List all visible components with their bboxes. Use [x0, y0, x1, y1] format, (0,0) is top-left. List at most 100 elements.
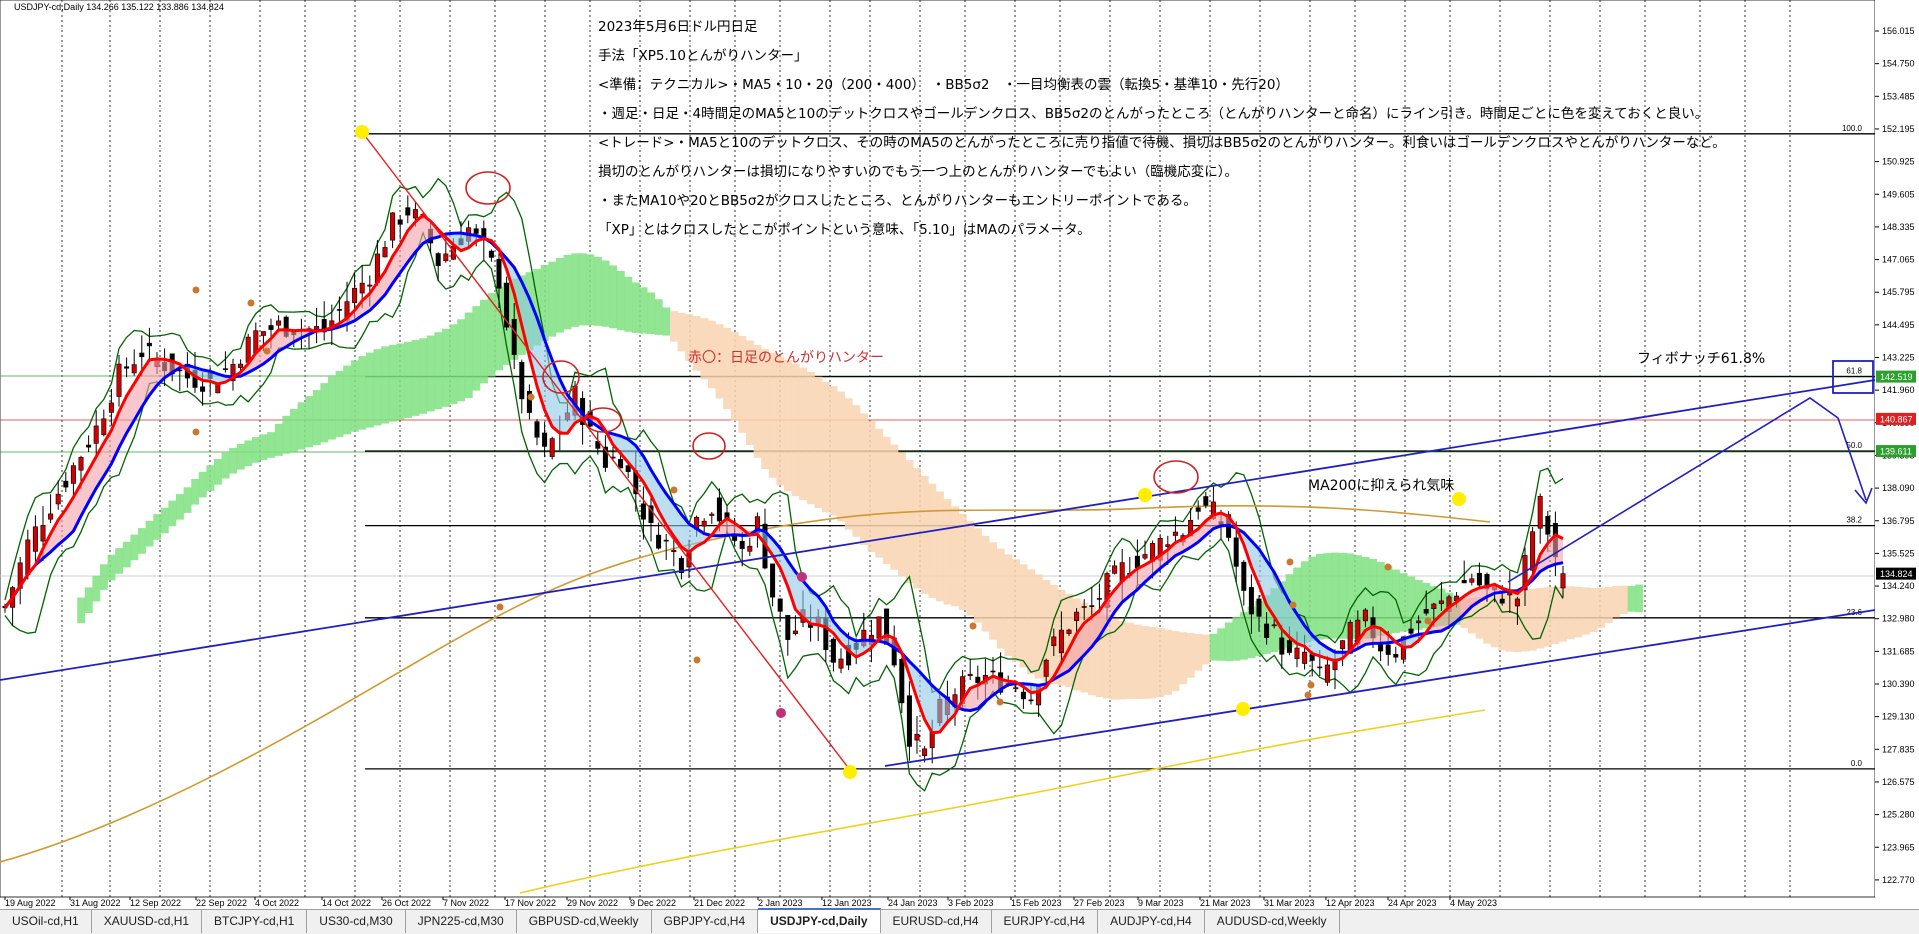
cloud-segment [366, 352, 374, 428]
candle-body [359, 282, 365, 294]
cloud-segment [951, 506, 960, 607]
note-line-7: ・またMA10や20とBB5σ2がクロスしたところ、とんがりハンターもエントリー… [598, 193, 1197, 209]
candle-body [1264, 623, 1270, 639]
yellow-marker [355, 125, 369, 139]
cloud-segment [1316, 554, 1324, 640]
cloud-segment [860, 413, 868, 546]
y-tick-label: 131.685 [1882, 646, 1915, 656]
fib-level-label: 61.8 [1846, 367, 1862, 376]
candle-body [747, 545, 753, 552]
cloud-segment [1133, 624, 1142, 699]
symbol-tab[interactable]: XAUUSD-cd,H1 [92, 910, 203, 933]
fractal-dot [670, 486, 678, 494]
fib-level-label: 100.0 [1842, 124, 1863, 133]
note-line-4: ・週足・日足・4時間足のMA5と10のデットクロスやゴールデンクロス、BB5σ2… [598, 105, 1708, 122]
cloud-segment [1635, 584, 1644, 613]
x-tick-label: 12 Sep 2022 [130, 898, 181, 908]
price-tag: 134.824 [1880, 569, 1913, 579]
candle-body [443, 253, 449, 261]
symbol-tab[interactable]: USOil-cd,H1 [0, 910, 92, 933]
x-tick-label: 24 Apr 2023 [1388, 898, 1437, 908]
cloud-segment [594, 256, 602, 326]
cloud-segment [305, 396, 314, 448]
candle-body [1286, 640, 1292, 653]
cloud-segment [1384, 565, 1393, 635]
symbol-tab[interactable]: AUDJPY-cd,H4 [1098, 910, 1205, 933]
strategy-notes: 2023年5月6日ドル円日足 手法「XP5.10とんがりハンター」 <準備：テク… [598, 19, 1726, 238]
candle-body [139, 352, 145, 358]
note-line-8: 「XP」とはクロスしたとこがポイントという意味、「5.10」はMAのパラメータ。 [598, 221, 1091, 238]
cloud-segment [958, 513, 967, 610]
cloud-segment [936, 491, 944, 602]
cloud-segment [1232, 617, 1241, 661]
candle-body [1081, 606, 1087, 608]
cloud-segment [1126, 622, 1134, 699]
cloud-segment [1376, 561, 1385, 636]
candle-body [276, 320, 282, 326]
candle-body [1514, 598, 1520, 607]
symbol-tab[interactable]: AUDUSD-cd,Weekly [1205, 910, 1340, 933]
cloud-segment [282, 415, 291, 454]
candle-body [1112, 565, 1118, 574]
cloud-segment [761, 349, 770, 469]
cloud-segment [1338, 552, 1347, 639]
cloud-segment [829, 386, 838, 516]
cloud-segment [996, 548, 1005, 649]
symbol-tab[interactable]: JPN225-cd,M30 [406, 910, 517, 933]
symbol-tab[interactable]: EURUSD-cd,H4 [881, 910, 992, 933]
cloud-segment [624, 276, 633, 332]
candle-body [93, 425, 99, 444]
candle-body [739, 540, 745, 549]
symbol-tab[interactable]: US30-cd,M30 [307, 910, 406, 933]
candle-body [1203, 496, 1209, 506]
cloud-segment [1490, 594, 1499, 648]
pink-marker [797, 572, 807, 582]
candle-body [32, 526, 38, 552]
cloud-segment [609, 265, 618, 329]
candle-body [1074, 611, 1080, 621]
note-line-2: 手法「XP5.10とんがりハンター」 [598, 48, 807, 64]
symbol-tab[interactable]: GBPUSD-cd,Weekly [517, 910, 652, 933]
x-tick-label: 12 Jan 2023 [822, 898, 872, 908]
y-tick-label: 145.795 [1882, 287, 1915, 297]
candle-body [618, 459, 624, 469]
x-tick-label: 27 Feb 2023 [1074, 898, 1125, 908]
price-chart[interactable]: 100.061.850.038.223.60.0 156.015154.7501… [0, 0, 1919, 909]
cloud-segment [662, 307, 671, 336]
symbol-info: USDJPY-cd,Daily 134.266 135.122 133.886 … [14, 2, 224, 12]
symbol-tab[interactable]: EURJPY-cd,H4 [992, 910, 1099, 933]
x-tick-label: 22 Sep 2022 [196, 898, 247, 908]
cloud-segment [1627, 585, 1636, 612]
y-tick-label: 156.015 [1882, 26, 1915, 36]
candle-body [101, 418, 107, 435]
cloud-segment [1604, 586, 1613, 623]
candle-body [1499, 598, 1505, 604]
cloud-segment [312, 389, 321, 446]
cloud-segment [145, 520, 154, 547]
cloud-segment [297, 402, 306, 450]
candle-body [1431, 603, 1437, 609]
cloud-segment [1574, 586, 1583, 638]
cloud-segment [563, 254, 572, 330]
candle-body [671, 549, 677, 553]
yellow-marker [1236, 702, 1250, 716]
y-tick-label: 125.280 [1882, 810, 1915, 820]
candle-body [1134, 555, 1140, 568]
cloud-segment [411, 339, 420, 416]
fractal-dot [527, 393, 535, 401]
y-tick-label: 147.065 [1882, 255, 1915, 265]
cloud-segment [183, 487, 192, 513]
symbol-tab[interactable]: USDJPY-cd,Daily [758, 908, 881, 933]
fractal-dot [192, 286, 200, 294]
y-tick-label: 143.225 [1882, 353, 1915, 363]
cloud-segment [799, 367, 808, 501]
candle-body [1172, 531, 1178, 536]
symbol-tab[interactable]: BTCJPY-cd,H1 [202, 910, 308, 933]
y-tick-label: 152.195 [1882, 124, 1915, 134]
x-tick-label: 4 May 2023 [1450, 898, 1497, 908]
symbol-tab[interactable]: GBPJPY-cd,H4 [652, 910, 759, 933]
cloud-segment [168, 500, 177, 527]
candle-body [1385, 644, 1391, 655]
cloud-segment [274, 423, 283, 456]
cloud-segment [381, 346, 390, 424]
